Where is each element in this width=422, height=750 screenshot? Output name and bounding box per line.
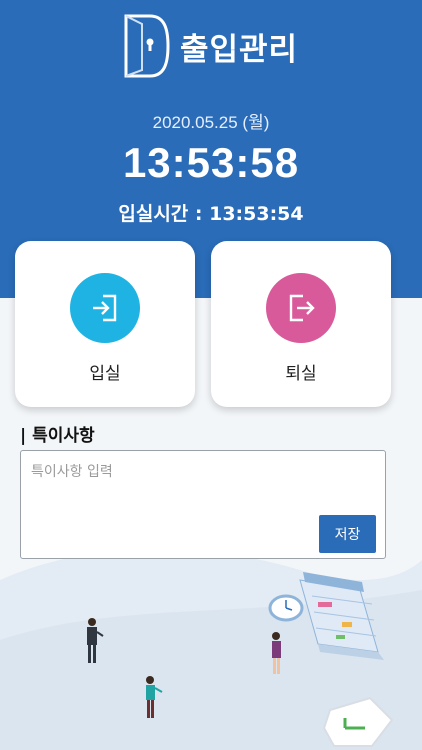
- desk-clock-illustration: [322, 696, 394, 747]
- calendar-illustration: [299, 572, 384, 660]
- check-in-label: 입실: [89, 364, 121, 384]
- person-teal-shirt: [146, 676, 163, 718]
- notes-box: 저장: [20, 450, 386, 559]
- entry-time: 입실시간 : 13:53:54: [118, 203, 304, 225]
- check-in-button[interactable]: 입실: [15, 241, 195, 407]
- door-logo-icon: [124, 14, 170, 78]
- person-standing-suit: [87, 618, 104, 663]
- check-out-button[interactable]: 퇴실: [211, 241, 391, 407]
- current-time: 13:53:58: [122, 139, 300, 186]
- notes-title: | 특이사항: [20, 426, 95, 446]
- login-icon: [93, 294, 117, 322]
- notes-input[interactable]: [21, 451, 316, 558]
- office-illustration: [87, 572, 394, 747]
- save-button[interactable]: 저장: [319, 515, 376, 553]
- person-woman: [272, 632, 281, 674]
- wall-clock-illustration: [268, 594, 304, 622]
- check-out-icon-circle: [266, 273, 336, 343]
- logout-icon: [289, 294, 315, 322]
- check-out-label: 퇴실: [285, 364, 317, 384]
- check-in-icon-circle: [70, 273, 140, 343]
- app-title: 출입관리: [180, 31, 299, 68]
- current-date: 2020.05.25 (월): [152, 113, 270, 132]
- app-logo: 출입관리: [120, 12, 320, 80]
